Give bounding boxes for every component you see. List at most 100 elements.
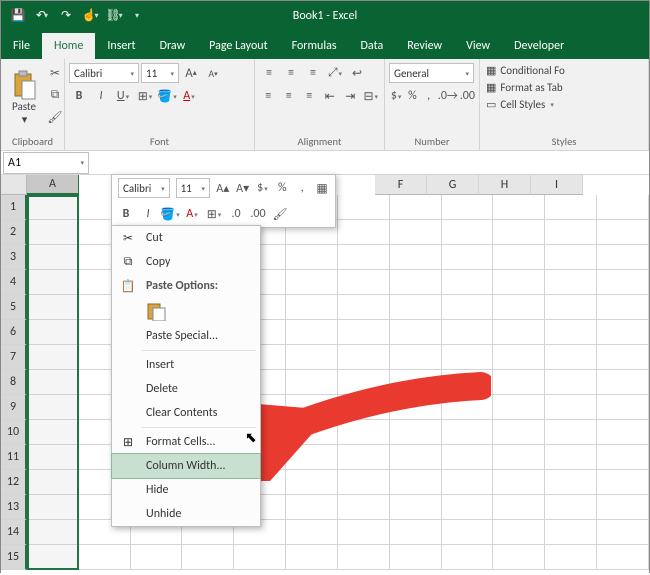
fill-color-button[interactable]: 🪣▾ <box>157 86 177 106</box>
percent-button[interactable]: % <box>405 86 419 106</box>
row-header-13[interactable]: 13 <box>1 495 27 520</box>
tab-view[interactable]: View <box>454 33 502 59</box>
row-header-1[interactable]: 1 <box>1 195 27 220</box>
align-bottom-button[interactable]: ≡ <box>303 63 323 83</box>
decrease-indent-button[interactable]: ⇤ <box>321 86 340 106</box>
tab-file[interactable]: File <box>1 33 42 59</box>
column-header-f[interactable]: F <box>375 175 427 195</box>
row-header-8[interactable]: 8 <box>1 370 27 395</box>
row-header-10[interactable]: 10 <box>1 420 27 445</box>
decrease-font-button[interactable]: A▾ <box>203 63 223 83</box>
decrease-decimal-button[interactable]: .00 <box>460 86 475 106</box>
row-header-5[interactable]: 5 <box>1 295 27 320</box>
touch-mode-button[interactable]: ☝▾ <box>79 5 101 27</box>
column-header-i[interactable]: I <box>531 175 583 195</box>
number-format-dropdown[interactable]: General▾ <box>389 63 474 83</box>
mini-bold[interactable]: B <box>118 204 134 224</box>
column-header-g[interactable]: G <box>427 175 479 195</box>
tab-draw[interactable]: Draw <box>148 33 198 59</box>
tab-formulas[interactable]: Formulas <box>280 33 349 59</box>
save-button[interactable]: 💾 <box>7 5 29 27</box>
font-size-dropdown[interactable]: 11▾ <box>141 63 179 83</box>
worksheet-grid[interactable]: A B C D E F G H I 1 2 3 4 5 6 7 8 9 10 1… <box>1 175 649 575</box>
tab-home[interactable]: Home <box>42 33 95 59</box>
ctx-paste-option-default[interactable] <box>112 298 260 324</box>
row-header-12[interactable]: 12 <box>1 470 27 495</box>
ctx-delete[interactable]: Delete <box>112 377 260 401</box>
mini-decrease-decimal[interactable]: .0 <box>228 204 244 224</box>
cell-styles-button[interactable]: ▭Cell Styles ▾ <box>484 97 644 112</box>
ctx-unhide[interactable]: Unhide <box>112 502 260 526</box>
merge-button[interactable]: ⊟▾ <box>362 86 381 106</box>
row-header-14[interactable]: 14 <box>1 520 27 545</box>
row-header-6[interactable]: 6 <box>1 320 27 345</box>
ctx-copy[interactable]: ⧉Copy <box>112 250 260 274</box>
italic-button[interactable]: I <box>91 86 111 106</box>
qat-customize[interactable]: ▾ <box>127 5 149 27</box>
orientation-button[interactable]: ⤢▾ <box>325 63 345 83</box>
align-middle-button[interactable]: ≡ <box>281 63 301 83</box>
border-button[interactable]: ⊞▾ <box>135 86 155 106</box>
ctx-hide[interactable]: Hide <box>112 478 260 502</box>
align-center-button[interactable]: ≡ <box>280 86 299 106</box>
align-right-button[interactable]: ≡ <box>300 86 319 106</box>
format-painter-button[interactable]: 🖌 <box>45 107 65 127</box>
row-header-9[interactable]: 9 <box>1 395 27 420</box>
mini-decrease-font[interactable]: A▾ <box>236 178 250 198</box>
currency-button[interactable]: $▾ <box>389 86 403 106</box>
column-header-h[interactable]: H <box>479 175 531 195</box>
paste-button[interactable]: Paste ▾ <box>5 63 43 133</box>
tab-developer[interactable]: Developer <box>502 33 576 59</box>
ctx-column-width[interactable]: Column Width... <box>112 454 260 478</box>
row-header-3[interactable]: 3 <box>1 245 27 270</box>
wrap-text-button[interactable]: ↩ <box>347 63 367 83</box>
tab-insert[interactable]: Insert <box>95 33 147 59</box>
comma-button[interactable]: , <box>422 86 436 106</box>
font-name-dropdown[interactable]: Calibri▾ <box>69 63 139 83</box>
mini-border[interactable]: ⊞▾ <box>206 204 222 224</box>
bold-button[interactable]: B <box>69 86 89 106</box>
conditional-formatting-button[interactable]: ▦Conditional Fo <box>484 63 644 78</box>
mini-font-color[interactable]: A▾ <box>184 204 200 224</box>
mini-font-size[interactable]: 11▾ <box>176 178 210 198</box>
row-header-4[interactable]: 4 <box>1 270 27 295</box>
increase-indent-button[interactable]: ⇥ <box>341 86 360 106</box>
mini-fill-color[interactable]: 🪣▾ <box>162 204 178 224</box>
copy-button[interactable]: ⧉ <box>45 85 65 105</box>
align-top-button[interactable]: ≡ <box>259 63 279 83</box>
name-box[interactable]: A1▾ <box>3 152 89 174</box>
mini-percent[interactable]: % <box>275 178 289 198</box>
mini-increase-decimal[interactable]: .00 <box>250 204 266 224</box>
ctx-paste-special[interactable]: Paste Special... <box>112 324 260 348</box>
row-header-7[interactable]: 7 <box>1 345 27 370</box>
underline-button[interactable]: U▾ <box>113 86 133 106</box>
mini-comma[interactable]: , <box>295 178 309 198</box>
ctx-clear-contents[interactable]: Clear Contents <box>112 401 260 425</box>
row-header-2[interactable]: 2 <box>1 220 27 245</box>
undo-button[interactable]: ↶▾ <box>31 5 53 27</box>
tab-review[interactable]: Review <box>395 33 454 59</box>
mini-format-painter[interactable]: 🖌 <box>272 204 288 224</box>
mini-font-name[interactable]: Calibri▾ <box>118 178 170 198</box>
redo-button[interactable]: ↷ <box>55 5 77 27</box>
font-color-button[interactable]: A▾ <box>179 86 199 106</box>
ctx-insert[interactable]: Insert <box>112 353 260 377</box>
format-as-table-button[interactable]: ▦Format as Tab <box>484 80 644 95</box>
ctx-format-cells[interactable]: ⊞Format Cells... <box>112 430 260 454</box>
column-header-a[interactable]: A <box>27 175 79 195</box>
align-left-button[interactable]: ≡ <box>259 86 278 106</box>
mini-format-icon[interactable]: ▦ <box>315 178 329 198</box>
ctx-cut[interactable]: ✂Cut <box>112 226 260 250</box>
select-all-corner[interactable] <box>1 175 27 195</box>
tab-page-layout[interactable]: Page Layout <box>197 33 279 59</box>
mini-italic[interactable]: I <box>140 204 156 224</box>
row-header-11[interactable]: 11 <box>1 445 27 470</box>
cut-button[interactable]: ✂ <box>45 63 65 83</box>
increase-font-button[interactable]: A▴ <box>181 63 201 83</box>
mini-increase-font[interactable]: A▴ <box>216 178 230 198</box>
links-button[interactable]: ⛓▾ <box>103 5 125 27</box>
row-header-15[interactable]: 15 <box>1 545 27 570</box>
mini-currency[interactable]: $▾ <box>256 178 270 198</box>
increase-decimal-button[interactable]: .0→ <box>438 86 458 106</box>
tab-data[interactable]: Data <box>349 33 396 59</box>
